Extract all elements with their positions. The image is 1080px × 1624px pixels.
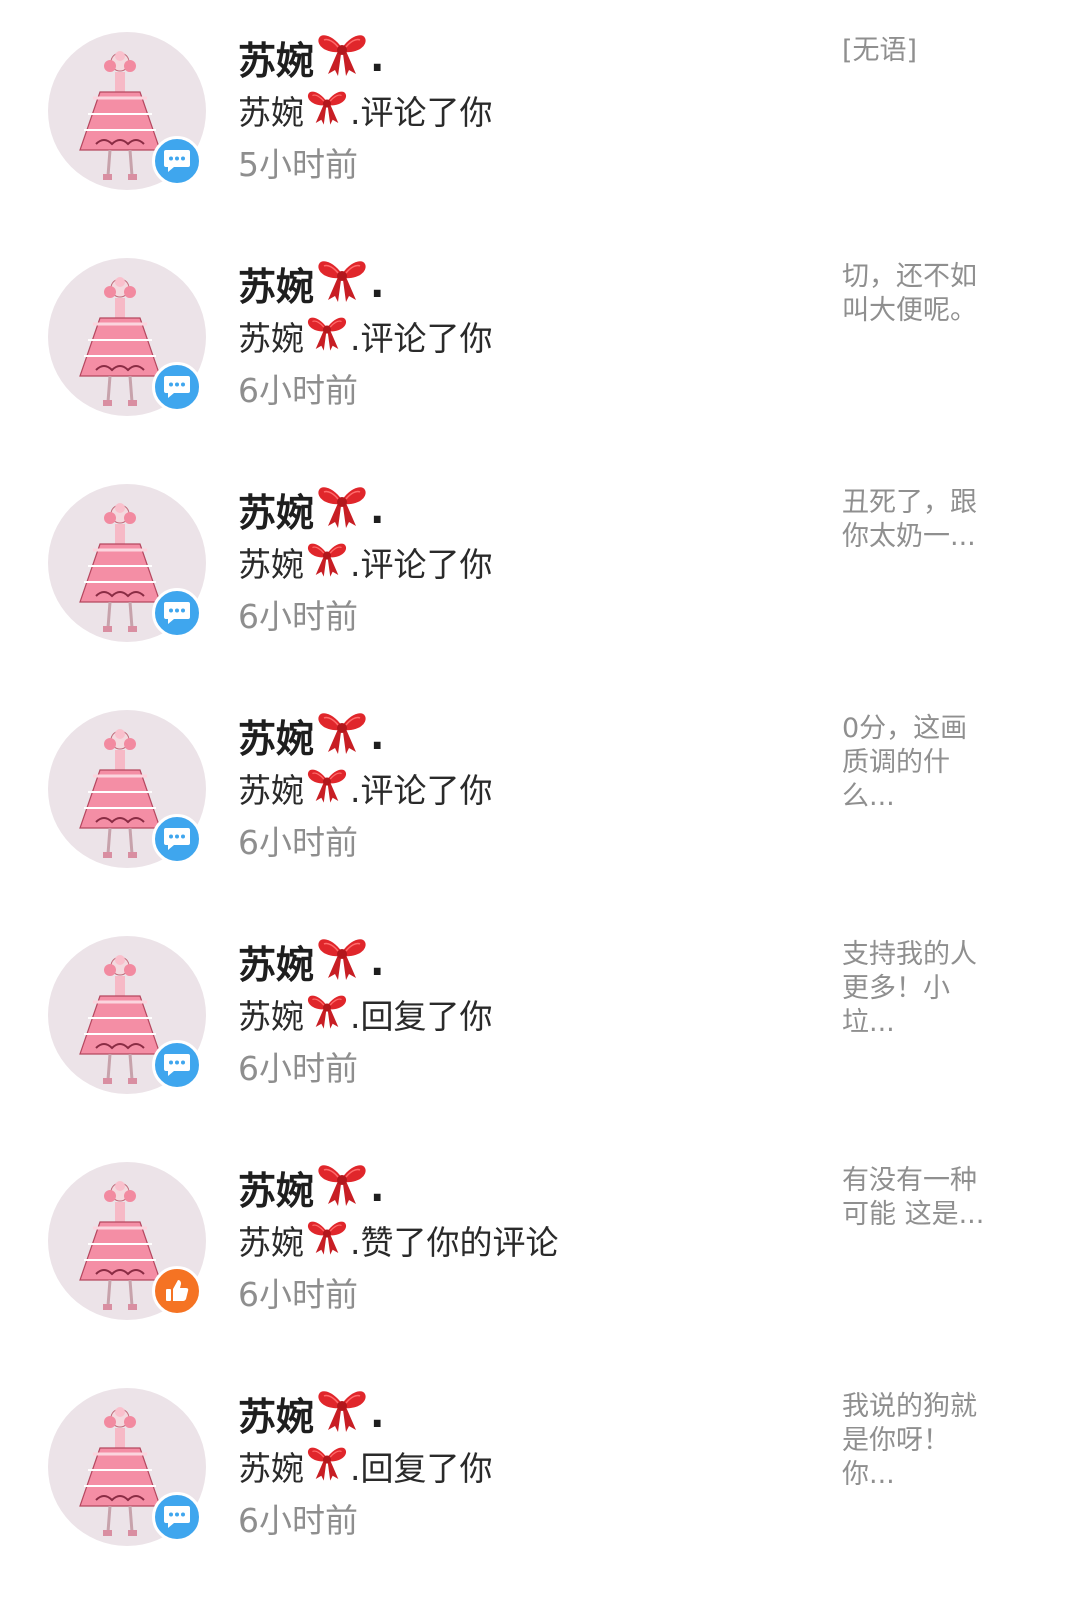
username-text: 苏婉 [238,265,315,309]
username-suffix: . [370,1165,385,1210]
comment-preview[interactable]: 丑死了，跟你太奶一... [842,486,994,554]
username-suffix: . [370,939,385,984]
timestamp: 6小时前 [238,823,358,862]
username[interactable]: 苏婉 . [238,1386,384,1441]
username[interactable]: 苏婉 . [238,934,384,989]
actor-name: 苏婉 [238,1449,304,1488]
red-bow-icon [316,256,368,311]
avatar-container[interactable] [48,1162,206,1320]
username-text: 苏婉 [238,943,315,987]
comment-icon [152,588,202,638]
thumbs-up-icon [152,1266,202,1316]
red-bow-icon [306,313,348,359]
red-bow-icon [316,1386,368,1441]
comment-preview[interactable]: 有没有一种可能 这是... [842,1164,994,1232]
comment-icon [152,814,202,864]
comment-icon [152,136,202,186]
notification-item[interactable]: 苏婉 . 苏婉 .回复了你 6小时前 我说的狗就是你呀！你... [0,1356,1080,1590]
notification-item[interactable]: 苏婉 . 苏婉 .评论了你 6小时前 丑死了，跟你太奶一... [0,452,1080,686]
username-suffix: . [370,35,385,80]
username-suffix: . [370,1391,385,1436]
username-suffix: . [370,261,385,306]
username-text: 苏婉 [238,1395,315,1439]
username[interactable]: 苏婉 . [238,708,384,763]
avatar-container[interactable] [48,710,206,868]
comment-icon [152,1040,202,1090]
timestamp: 6小时前 [238,1049,358,1088]
red-bow-icon [316,708,368,763]
avatar-container[interactable] [48,484,206,642]
timestamp: 6小时前 [238,597,358,636]
username[interactable]: 苏婉 . [238,1160,384,1215]
timestamp: 5小时前 [238,145,358,184]
avatar-container[interactable] [48,32,206,190]
comment-preview[interactable]: 切，还不如叫大便呢。 [842,260,994,328]
actor-name: 苏婉 [238,319,304,358]
username-text: 苏婉 [238,39,315,83]
username[interactable]: 苏婉 . [238,30,384,85]
action-text: .评论了你 [350,771,493,810]
notification-list: 苏婉 . 苏婉 .评论了你 5小时前 [无语] 苏婉 . 苏婉 .评论了你 6小… [0,0,1080,1624]
comment-preview[interactable]: 0分，这画质调的什么... [842,712,994,814]
username[interactable]: 苏婉 . [238,256,384,311]
red-bow-icon [316,482,368,537]
action-text: .回复了你 [350,1449,493,1488]
action-text: .回复了你 [350,997,493,1036]
notification-item[interactable]: 苏婉 . 苏婉 .评论了你 5小时前 [无语] [0,0,1080,234]
actor-name: 苏婉 [238,771,304,810]
comment-preview[interactable]: 我说的狗就是你呀！你... [842,1390,994,1492]
notification-item[interactable]: 苏婉 . 苏婉 .回复了你 6小时前 支持我的人更多！小垃... [0,904,1080,1138]
action-text: .赞了你的评论 [350,1223,559,1262]
red-bow-icon [306,1217,348,1263]
red-bow-icon [306,539,348,585]
notification-action: 苏婉 .回复了你 [238,990,493,1038]
actor-name: 苏婉 [238,545,304,584]
avatar-container[interactable] [48,1388,206,1546]
comment-icon [152,362,202,412]
comment-preview[interactable]: 支持我的人更多！小垃... [842,938,994,1040]
username-suffix: . [370,713,385,758]
action-text: .评论了你 [350,545,493,584]
notification-action: 苏婉 .评论了你 [238,538,493,586]
username-text: 苏婉 [238,1169,315,1213]
red-bow-icon [306,87,348,133]
notification-action: 苏婉 .评论了你 [238,312,493,360]
action-text: .评论了你 [350,93,493,132]
timestamp: 6小时前 [238,1275,358,1314]
actor-name: 苏婉 [238,1223,304,1262]
username-text: 苏婉 [238,717,315,761]
actor-name: 苏婉 [238,93,304,132]
notification-action: 苏婉 .赞了你的评论 [238,1216,559,1264]
username-suffix: . [370,487,385,532]
notification-action: 苏婉 .评论了你 [238,86,493,134]
notification-item[interactable]: 苏婉 . 苏婉 .评论了你 6小时前 切，还不如叫大便呢。 [0,226,1080,460]
notification-action: 苏婉 .回复了你 [238,1442,493,1490]
red-bow-icon [316,934,368,989]
notification-item[interactable]: 苏婉 . 苏婉 .赞了你的评论 6小时前 有没有一种可能 这是... [0,1130,1080,1364]
red-bow-icon [306,1443,348,1489]
avatar-container[interactable] [48,936,206,1094]
timestamp: 6小时前 [238,371,358,410]
actor-name: 苏婉 [238,997,304,1036]
red-bow-icon [316,30,368,85]
notification-item[interactable]: 苏婉 . 苏婉 .评论了你 6小时前 0分，这画质调的什么... [0,678,1080,912]
username[interactable]: 苏婉 . [238,482,384,537]
timestamp: 6小时前 [238,1501,358,1540]
red-bow-icon [306,765,348,811]
red-bow-icon [306,991,348,1037]
comment-icon [152,1492,202,1542]
notification-action: 苏婉 .评论了你 [238,764,493,812]
red-bow-icon [316,1160,368,1215]
avatar-container[interactable] [48,258,206,416]
action-text: .评论了你 [350,319,493,358]
comment-preview[interactable]: [无语] [842,34,994,68]
username-text: 苏婉 [238,491,315,535]
